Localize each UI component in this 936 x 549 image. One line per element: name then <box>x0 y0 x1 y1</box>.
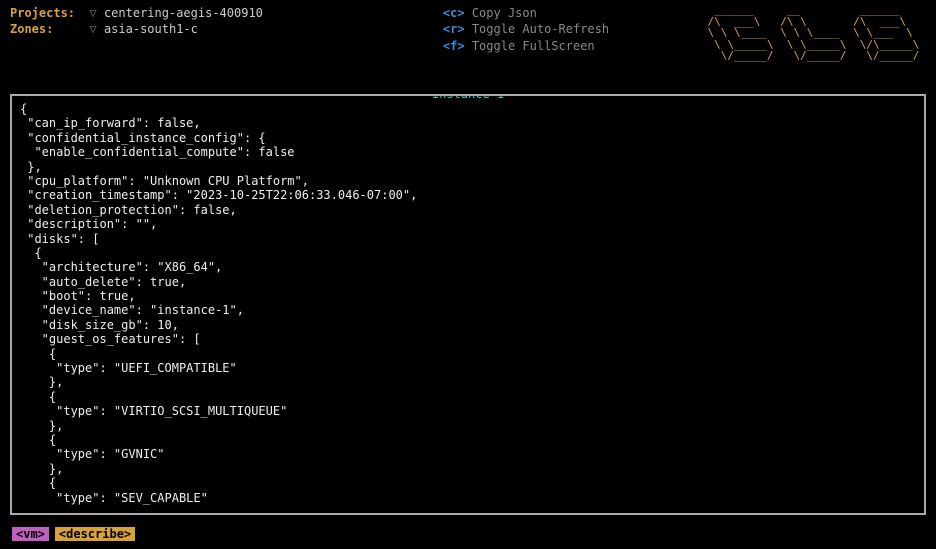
breadcrumb-describe[interactable]: <describe> <box>55 527 135 541</box>
header-context: Projects: ▽ centering-aegis-400910 Zones… <box>10 6 263 53</box>
shortcut-key: <c> <box>443 6 465 20</box>
shortcut-key: <r> <box>443 22 465 36</box>
shortcut-toggle-refresh[interactable]: <r> Toggle Auto-Refresh <box>443 22 609 36</box>
projects-value: centering-aegis-400910 <box>104 6 263 20</box>
shortcuts-list: <c> Copy Json <r> Toggle Auto-Refresh <f… <box>443 6 609 53</box>
json-output[interactable]: { "can_ip_forward": false, "confidential… <box>12 96 924 513</box>
zones-value: asia-south1-c <box>104 22 198 36</box>
chevron-down-icon[interactable]: ▽ <box>89 22 96 36</box>
panel-wrapper: instance-1 { "can_ip_forward": false, "c… <box>10 94 926 515</box>
shortcut-desc: Toggle FullScreen <box>472 39 595 53</box>
shortcut-desc: Toggle Auto-Refresh <box>472 22 609 36</box>
shortcut-key: <f> <box>443 39 465 53</box>
breadcrumb-vm[interactable]: <vm> <box>12 527 49 541</box>
chevron-down-icon[interactable]: ▽ <box>89 6 96 20</box>
projects-label: Projects: <box>10 6 75 20</box>
zones-label: Zones: <box>10 22 53 36</box>
instance-panel: instance-1 { "can_ip_forward": false, "c… <box>10 94 926 515</box>
shortcut-toggle-fullscreen[interactable]: <f> Toggle FullScreen <box>443 39 609 53</box>
shortcut-copy-json[interactable]: <c> Copy Json <box>443 6 609 20</box>
shortcut-desc: Copy Json <box>472 6 537 20</box>
projects-row[interactable]: Projects: ▽ centering-aegis-400910 <box>10 6 263 20</box>
panel-title: instance-1 <box>430 94 506 101</box>
logo-ascii: ______ __ ______ /\ ___\ /\ \ /\ ___\ \ … <box>701 4 926 62</box>
breadcrumb: <vm> <describe> <box>12 527 135 541</box>
zones-row[interactable]: Zones: ▽ asia-south1-c <box>10 22 263 36</box>
